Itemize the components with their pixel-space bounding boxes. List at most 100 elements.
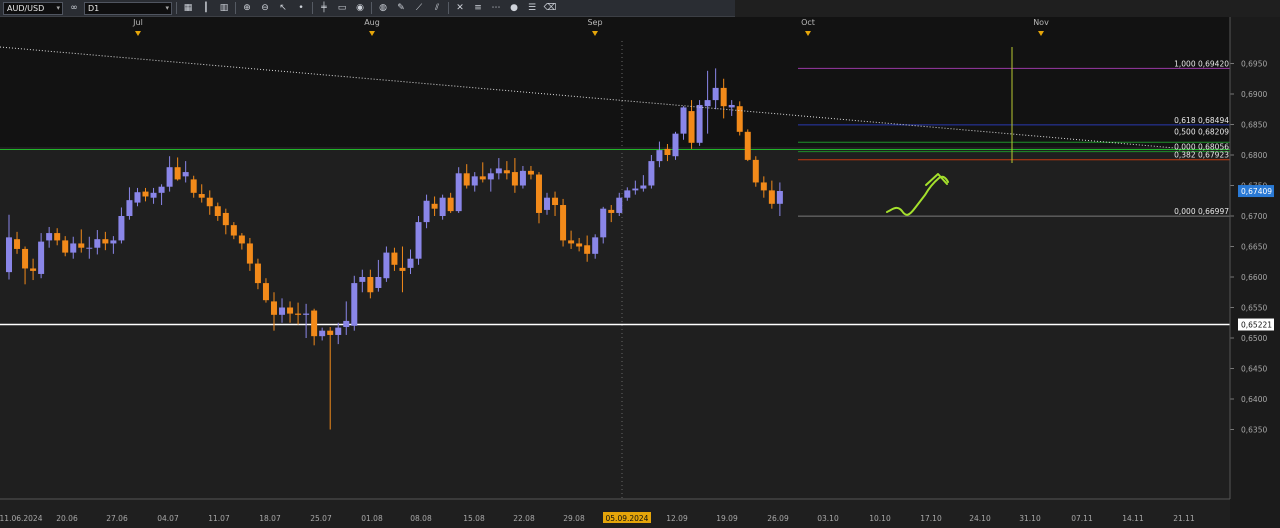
candle-body-bull bbox=[110, 240, 117, 244]
toolbar-divider bbox=[312, 2, 313, 14]
candle-body-bear bbox=[287, 307, 294, 314]
price-chart[interactable]: 1,000 0,69420 0,618 0,68494 0,500 0,68209 0… bbox=[0, 17, 1280, 528]
candle-body-bull bbox=[182, 172, 189, 177]
candle-body-bear bbox=[230, 225, 237, 236]
chevron-down-icon: ▾ bbox=[56, 3, 60, 12]
eye-icon[interactable]: ◉ bbox=[353, 2, 367, 14]
candle-body-bull bbox=[383, 252, 390, 279]
candle-body-bear bbox=[238, 235, 245, 244]
candle-body-bear bbox=[503, 170, 510, 174]
toolbar: AUD/USD ▾ ∞ D1 ▾ ▦ ┃ ▥ ⊕ ⊖ ↖ • ╪ ▭ ◉ ◍ ✎ ⟋ ⫽ ✕ ≡ ⋯ ● ☰ ⌫ bbox=[0, 0, 735, 17]
lines-icon[interactable]: ☰ bbox=[525, 2, 539, 14]
circle-icon[interactable]: ● bbox=[507, 2, 521, 14]
cursor-icon[interactable]: ↖ bbox=[276, 2, 290, 14]
candle-body-bull bbox=[616, 197, 623, 213]
candle-body-bear bbox=[327, 330, 334, 335]
timeframe-selector[interactable]: D1 ▾ bbox=[84, 1, 172, 15]
candle-body-bull bbox=[728, 104, 735, 108]
candle-body-bull bbox=[680, 107, 687, 134]
y-tick-label: 0,6400 bbox=[1241, 395, 1267, 404]
dot-icon[interactable]: • bbox=[294, 2, 308, 14]
upper-zone-shade bbox=[0, 17, 1230, 147]
text-icon[interactable]: ▭ bbox=[335, 2, 349, 14]
x-tick-label: 31.10 bbox=[1019, 514, 1041, 523]
candle-body-bear bbox=[431, 203, 438, 209]
pencil-icon[interactable]: ✎ bbox=[394, 2, 408, 14]
x-tick-label: 26.09 bbox=[767, 514, 789, 523]
candle-body-bull bbox=[134, 192, 141, 203]
candle-body-bull bbox=[70, 243, 77, 253]
candle-body-bear bbox=[54, 233, 61, 241]
current-price-label: 0,67409 bbox=[1241, 187, 1272, 196]
grid-icon[interactable]: ⋯ bbox=[489, 2, 503, 14]
candle-body-bull bbox=[704, 100, 711, 107]
link-icon[interactable]: ∞ bbox=[67, 2, 81, 14]
candle-body-bear bbox=[463, 173, 470, 186]
candle-body-bull bbox=[279, 307, 286, 315]
candle-body-bear bbox=[744, 131, 751, 160]
crosshair-icon[interactable]: ╪ bbox=[317, 2, 331, 14]
candle-body-bull bbox=[303, 313, 310, 315]
bar-chart-icon[interactable]: ┃ bbox=[199, 2, 213, 14]
highlighted-date-label: 05.09.2024 bbox=[606, 514, 649, 523]
candle-body-bear bbox=[760, 182, 767, 191]
candle-body-bull bbox=[640, 185, 647, 189]
x-tick-label: 27.06 bbox=[106, 514, 128, 523]
candle-body-bear bbox=[78, 243, 85, 248]
candle-body-bull bbox=[166, 167, 173, 187]
candle-body-bull bbox=[471, 176, 478, 186]
zoom-out-icon[interactable]: ⊖ bbox=[258, 2, 272, 14]
candle-body-bear bbox=[262, 283, 269, 301]
month-label: Aug bbox=[364, 18, 380, 27]
candle-body-bull bbox=[495, 168, 502, 174]
candle-body-bull bbox=[455, 173, 462, 212]
candle-body-bull bbox=[351, 283, 358, 326]
candle-body-bull bbox=[712, 87, 719, 101]
globe-icon[interactable]: ◍ bbox=[376, 2, 390, 14]
fibonacci-icon[interactable]: ≡ bbox=[471, 2, 485, 14]
candle-body-bull bbox=[126, 200, 133, 216]
candle-body-bear bbox=[174, 167, 181, 180]
candle-body-bear bbox=[720, 87, 727, 107]
x-tick-label: 25.07 bbox=[310, 514, 332, 523]
chart-type-icon[interactable]: ▦ bbox=[181, 2, 195, 14]
x-tick-label: 07.11 bbox=[1071, 514, 1093, 523]
fib-level-label: 0,500 0,68209 bbox=[1174, 127, 1229, 136]
candle-body-bull bbox=[86, 247, 93, 249]
cross-icon[interactable]: ✕ bbox=[453, 2, 467, 14]
candle-body-bull bbox=[519, 170, 526, 186]
candles-icon[interactable]: ▥ bbox=[217, 2, 231, 14]
candle-body-bear bbox=[102, 239, 109, 244]
candle-body-bear bbox=[608, 209, 615, 213]
candle-body-bear bbox=[270, 301, 277, 315]
y-tick-label: 0,6900 bbox=[1241, 90, 1267, 99]
x-tick-label: 29.08 bbox=[563, 514, 585, 523]
trendline-icon[interactable]: ⟋ bbox=[412, 2, 426, 14]
x-tick-label: 14.11 bbox=[1122, 514, 1144, 523]
candle-body-bull bbox=[319, 330, 326, 337]
x-tick-label: 24.10 bbox=[969, 514, 991, 523]
candle-body-bear bbox=[222, 212, 229, 226]
x-tick-label: 22.08 bbox=[513, 514, 535, 523]
zoom-in-icon[interactable]: ⊕ bbox=[240, 2, 254, 14]
candle-body-bull bbox=[648, 161, 655, 186]
symbol-selector[interactable]: AUD/USD ▾ bbox=[3, 1, 63, 15]
eraser-icon[interactable]: ⌫ bbox=[543, 2, 557, 14]
candle-body-bear bbox=[560, 205, 567, 241]
candle-body-bear bbox=[254, 263, 261, 284]
candle-body-bull bbox=[776, 190, 783, 204]
channel-icon[interactable]: ⫽ bbox=[430, 2, 444, 14]
month-label: Nov bbox=[1033, 18, 1049, 27]
candle-body-bear bbox=[752, 159, 759, 183]
candle-body-bear bbox=[214, 206, 221, 216]
candle-body-bull bbox=[38, 241, 45, 274]
x-tick-label: 04.07 bbox=[157, 514, 179, 523]
month-label: Oct bbox=[801, 18, 815, 27]
x-tick-label: 10.10 bbox=[869, 514, 891, 523]
timeframe-value: D1 bbox=[88, 3, 100, 13]
y-tick-label: 0,6850 bbox=[1241, 121, 1267, 130]
x-tick-label: 11.06.2024 bbox=[0, 514, 43, 523]
candle-body-bear bbox=[295, 313, 302, 315]
month-label: Sep bbox=[587, 18, 602, 27]
candle-body-bull bbox=[672, 133, 679, 157]
